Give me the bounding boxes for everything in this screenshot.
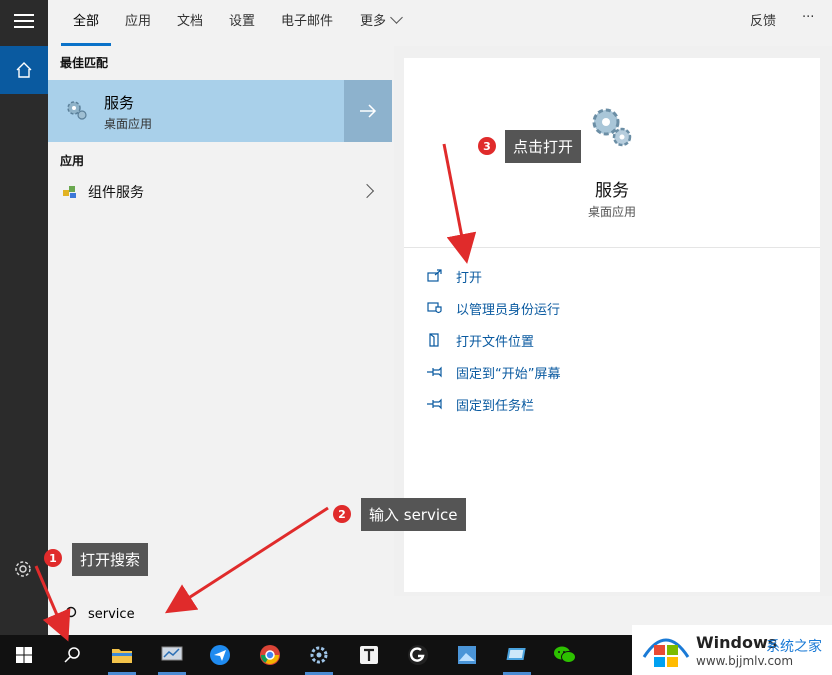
pin-icon bbox=[427, 366, 442, 378]
action-label: 以管理员身份运行 bbox=[456, 302, 561, 318]
action-label: 固定到任务栏 bbox=[456, 398, 535, 414]
preview-title: 服务 bbox=[595, 181, 629, 201]
watermark-url: www.bjjmlv.com bbox=[696, 654, 794, 668]
preview-subtitle: 桌面应用 bbox=[587, 205, 636, 219]
search-icon bbox=[63, 606, 77, 620]
taskbar-file-explorer[interactable] bbox=[108, 641, 136, 669]
remote-desktop-icon bbox=[506, 648, 526, 660]
preview-pane: 服务 桌面应用 打开 以管理员身份运行 打开文件位置 固定到“开始”屏幕 固定到… bbox=[404, 58, 820, 592]
gear-icon bbox=[67, 101, 87, 120]
apps-header: 应用 bbox=[60, 154, 85, 168]
annotation-badge-1: 1 bbox=[44, 549, 62, 567]
folder-icon bbox=[112, 649, 132, 663]
windows-logo-icon bbox=[642, 638, 690, 667]
start-button[interactable] bbox=[10, 641, 38, 669]
annotation-callout-3: 点击打开 bbox=[505, 130, 582, 163]
pin-icon bbox=[427, 398, 442, 410]
taskbar-app-logitech[interactable] bbox=[404, 641, 432, 669]
gear-icon bbox=[15, 561, 31, 577]
taskbar-app-feishu[interactable] bbox=[206, 641, 234, 669]
tab-more-label: 更多 bbox=[360, 14, 387, 29]
best-match-name: 服务 bbox=[104, 94, 135, 112]
shield-icon bbox=[427, 302, 442, 314]
logitech-icon bbox=[408, 645, 428, 665]
taskbar-app-photos[interactable] bbox=[453, 641, 481, 669]
gear-icon bbox=[310, 646, 328, 664]
search-taskbar-button[interactable] bbox=[58, 641, 86, 669]
tab-apps[interactable]: 应用 bbox=[125, 10, 151, 29]
action-label: 固定到“开始”屏幕 bbox=[456, 366, 561, 382]
search-input[interactable]: service bbox=[88, 607, 135, 622]
action-open-file-location[interactable]: 打开文件位置 bbox=[426, 329, 534, 351]
search-scope-tabs: 全部 应用 文档 设置 电子邮件 更多 反馈 ··· bbox=[48, 0, 832, 46]
taskbar-settings[interactable] bbox=[305, 641, 333, 669]
action-label: 打开文件位置 bbox=[456, 334, 535, 350]
action-pin-to-taskbar[interactable]: 固定到任务栏 bbox=[426, 393, 534, 415]
arrow-right-icon bbox=[360, 104, 377, 118]
gear-icon bbox=[592, 108, 632, 147]
action-run-as-admin[interactable]: 以管理员身份运行 bbox=[426, 297, 560, 319]
tab-all[interactable]: 全部 bbox=[73, 10, 99, 29]
nav-rail bbox=[0, 0, 48, 635]
more-options-button[interactable]: ··· bbox=[802, 10, 814, 25]
chrome-icon bbox=[260, 645, 280, 665]
watermark: Windows 系统之家 www.bjjmlv.com bbox=[632, 625, 832, 675]
tab-settings[interactable]: 设置 bbox=[229, 10, 255, 29]
open-preview-button[interactable] bbox=[344, 80, 392, 142]
windows-logo-icon bbox=[16, 647, 32, 663]
monitor-icon bbox=[161, 646, 183, 661]
action-pin-to-start[interactable]: 固定到“开始”屏幕 bbox=[426, 361, 560, 383]
annotation-callout-2: 输入 service bbox=[361, 498, 466, 531]
settings-button[interactable] bbox=[12, 558, 36, 582]
app-item-label: 组件服务 bbox=[88, 185, 144, 201]
tab-documents[interactable]: 文档 bbox=[177, 10, 203, 29]
chevron-down-icon bbox=[390, 11, 403, 24]
open-icon bbox=[427, 269, 442, 282]
action-open[interactable]: 打开 bbox=[426, 265, 482, 287]
image-icon bbox=[458, 646, 476, 664]
annotation-badge-3: 3 bbox=[478, 137, 496, 155]
feedback-link[interactable]: 反馈 bbox=[750, 10, 776, 29]
search-icon bbox=[64, 647, 80, 663]
paper-plane-icon bbox=[210, 645, 230, 665]
taskbar-app-monitor[interactable] bbox=[158, 641, 186, 669]
app-item-component-services[interactable]: 组件服务 bbox=[48, 172, 392, 212]
taskbar-wechat[interactable] bbox=[551, 641, 579, 669]
taskbar-app-remote[interactable] bbox=[503, 641, 531, 669]
tab-email[interactable]: 电子邮件 bbox=[281, 10, 333, 29]
tab-more[interactable]: 更多 bbox=[360, 10, 403, 29]
component-services-icon bbox=[63, 186, 76, 198]
best-match-item[interactable]: 服务 桌面应用 bbox=[48, 80, 344, 142]
annotation-badge-2: 2 bbox=[333, 505, 351, 523]
file-location-icon bbox=[429, 333, 439, 347]
home-button[interactable] bbox=[0, 46, 48, 94]
best-match-subtitle: 桌面应用 bbox=[104, 117, 153, 131]
divider bbox=[404, 247, 820, 248]
wechat-icon bbox=[554, 646, 576, 663]
taskbar-chrome[interactable] bbox=[256, 641, 284, 669]
taskbar-app-typora[interactable] bbox=[355, 641, 383, 669]
menu-icon[interactable] bbox=[14, 14, 34, 30]
best-match-header: 最佳匹配 bbox=[60, 56, 109, 70]
annotation-callout-1: 打开搜索 bbox=[72, 543, 149, 576]
watermark-site-name: 系统之家 bbox=[766, 639, 822, 655]
home-icon bbox=[16, 62, 32, 78]
chevron-right-icon bbox=[359, 183, 375, 199]
text-app-icon bbox=[360, 646, 378, 664]
action-label: 打开 bbox=[456, 270, 483, 286]
